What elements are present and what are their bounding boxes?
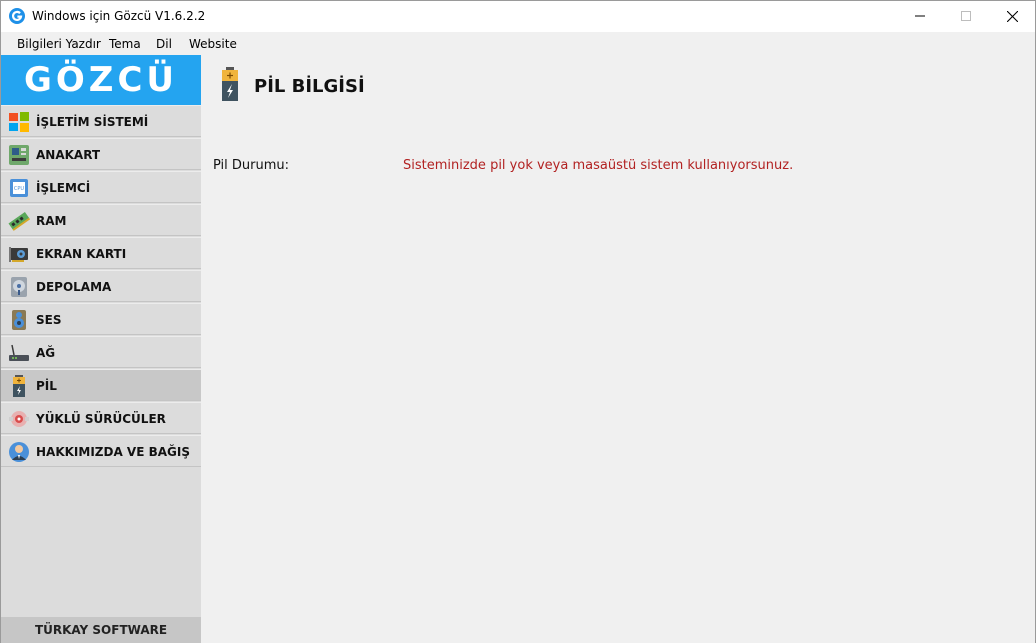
- sidebar-item-battery[interactable]: PİL: [1, 369, 201, 401]
- ram-icon: [8, 211, 30, 231]
- svg-text:CPU: CPU: [14, 186, 25, 192]
- page-title: PİL BİLGİSİ: [254, 76, 365, 97]
- app-logo: GÖZCÜ: [1, 55, 201, 105]
- sidebar-item-os[interactable]: İŞLETİM SİSTEMİ: [1, 105, 201, 137]
- battery-icon: [13, 375, 25, 397]
- title-bar[interactable]: Windows için Gözcü V1.6.2.2: [1, 1, 1035, 32]
- sidebar-item-label: ANAKART: [36, 148, 101, 162]
- sidebar-item-drivers[interactable]: YÜKLÜ SÜRÜCÜLER: [1, 402, 201, 434]
- sidebar: GÖZCÜ İŞLETİM SİSTEMİ ANAKART CPU İŞLEMC…: [1, 55, 201, 643]
- battery-icon: [222, 67, 238, 101]
- menu-language[interactable]: Dil: [156, 37, 172, 51]
- sidebar-item-label: YÜKLÜ SÜRÜCÜLER: [36, 412, 166, 426]
- window-title: Windows için Gözcü V1.6.2.2: [32, 9, 206, 23]
- menu-website[interactable]: Website: [189, 37, 237, 51]
- battery-status-label: Pil Durumu:: [213, 158, 290, 173]
- sidebar-item-cpu[interactable]: CPU İŞLEMCİ: [1, 171, 201, 203]
- graphics-card-icon: [9, 247, 28, 262]
- sidebar-item-label: PİL: [36, 379, 57, 393]
- menu-print-info[interactable]: Bilgileri Yazdır: [17, 37, 101, 51]
- sidebar-item-motherboard[interactable]: ANAKART: [1, 138, 201, 170]
- hard-drive-icon: [11, 277, 27, 297]
- minimize-icon: [915, 15, 925, 17]
- minimize-button[interactable]: [897, 1, 943, 31]
- drivers-icon: [9, 411, 29, 427]
- sidebar-item-label: RAM: [36, 214, 67, 228]
- app-window: Windows için Gözcü V1.6.2.2 Bilgileri Ya…: [0, 0, 1036, 643]
- logo-text: GÖZCÜ: [23, 60, 179, 100]
- speaker-icon: [12, 310, 26, 330]
- sidebar-item-label: EKRAN KARTI: [36, 247, 127, 261]
- sidebar-item-label: HAKKIMIZDA VE BAĞIŞ: [36, 445, 190, 459]
- sidebar-item-storage[interactable]: DEPOLAMA: [1, 270, 201, 302]
- g-logo-icon: [9, 8, 25, 24]
- cpu-icon: CPU: [10, 179, 28, 197]
- maximize-icon: [961, 11, 971, 21]
- sidebar-item-label: İŞLETİM SİSTEMİ: [36, 115, 149, 129]
- sidebar-item-graphics[interactable]: EKRAN KARTI: [1, 237, 201, 269]
- sidebar-item-network[interactable]: AĞ: [1, 336, 201, 368]
- windows-logo-icon: [9, 112, 29, 132]
- menu-bar: Bilgileri Yazdır Tema Dil Website: [1, 32, 1035, 55]
- router-icon: [9, 344, 29, 361]
- close-icon: [1006, 10, 1018, 22]
- close-button[interactable]: [989, 1, 1035, 31]
- sidebar-item-label: DEPOLAMA: [36, 280, 112, 294]
- menu-theme[interactable]: Tema: [109, 37, 141, 51]
- sidebar-item-ram[interactable]: RAM: [1, 204, 201, 236]
- sidebar-item-label: AĞ: [36, 346, 56, 360]
- sidebar-item-sound[interactable]: SES: [1, 303, 201, 335]
- motherboard-icon: [9, 145, 29, 165]
- sidebar-footer: TÜRKAY SOFTWARE: [1, 617, 201, 643]
- footer-text: TÜRKAY SOFTWARE: [34, 623, 168, 637]
- sidebar-item-label: SES: [36, 313, 62, 327]
- main-panel: PİL BİLGİSİ Pil Durumu: Sisteminizde pil…: [201, 55, 1035, 643]
- sidebar-item-about[interactable]: HAKKIMIZDA VE BAĞIŞ: [1, 435, 201, 467]
- user-icon: [9, 442, 29, 462]
- battery-status-value: Sisteminizde pil yok veya masaüstü siste…: [403, 158, 794, 173]
- maximize-button[interactable]: [943, 1, 989, 31]
- sidebar-item-label: İŞLEMCİ: [36, 181, 91, 195]
